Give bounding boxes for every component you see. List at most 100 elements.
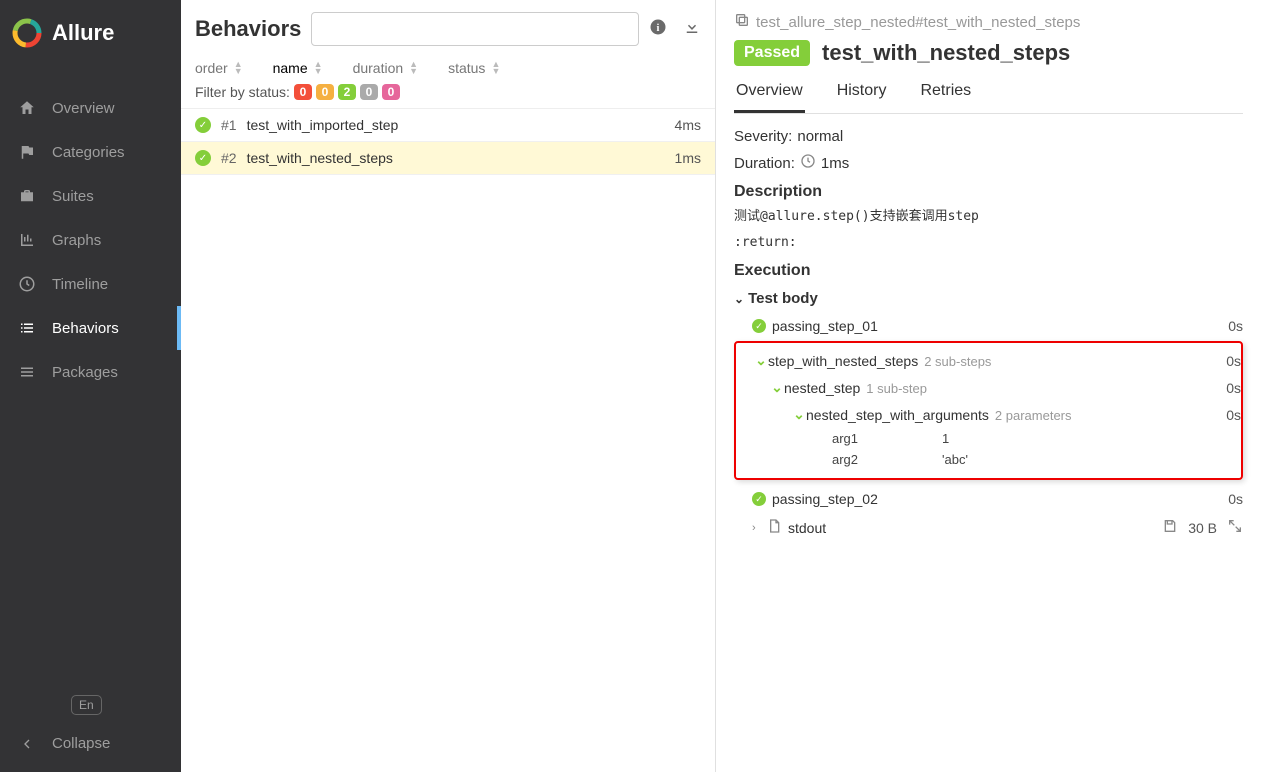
step-row[interactable]: ✓ passing_step_01 0s bbox=[734, 313, 1243, 339]
row-name: test_with_imported_step bbox=[247, 117, 675, 133]
param-value: 1 bbox=[942, 431, 949, 446]
duration-label: Duration: bbox=[734, 155, 795, 172]
list-icon bbox=[16, 319, 38, 337]
language-selector[interactable]: En bbox=[71, 695, 102, 715]
attachment-name: stdout bbox=[788, 520, 826, 536]
info-icon[interactable]: i bbox=[649, 18, 667, 41]
status-filter-passed[interactable]: 2 bbox=[338, 84, 356, 100]
test-body-label: Test body bbox=[748, 290, 818, 307]
description-line: :return: bbox=[734, 233, 1243, 253]
nav-label: Packages bbox=[52, 364, 118, 381]
nav-label: Behaviors bbox=[52, 320, 119, 337]
passed-icon: ✓ bbox=[752, 492, 766, 506]
clock-icon bbox=[800, 153, 816, 173]
clock-icon bbox=[16, 275, 38, 293]
step-row[interactable]: ⌄ nested_step_with_arguments 2 parameters… bbox=[736, 401, 1241, 428]
chevron-right-icon: › bbox=[752, 522, 766, 534]
step-sub: 2 sub-steps bbox=[924, 354, 991, 369]
nav-label: Categories bbox=[52, 144, 125, 161]
test-row[interactable]: ✓ #1 test_with_imported_step 4ms bbox=[181, 109, 715, 142]
nav-label: Overview bbox=[52, 100, 115, 117]
collapse-button[interactable]: Collapse bbox=[16, 735, 165, 752]
chevron-down-icon: ⌄ bbox=[792, 406, 806, 423]
severity-label: Severity: bbox=[734, 128, 792, 145]
svg-text:i: i bbox=[657, 22, 660, 33]
detail-panel: test_allure_step_nested#test_with_nested… bbox=[716, 0, 1261, 772]
status-filter-failed[interactable]: 0 bbox=[294, 84, 312, 100]
panel-title: Behaviors bbox=[195, 16, 301, 42]
chevron-down-icon: ⌄ bbox=[754, 352, 768, 369]
chart-icon bbox=[16, 231, 38, 249]
sidebar-item-graphs[interactable]: Graphs bbox=[0, 218, 181, 262]
attachment-row[interactable]: › stdout 30 B bbox=[734, 512, 1243, 543]
status-filter-unknown[interactable]: 0 bbox=[382, 84, 400, 100]
collapse-label: Collapse bbox=[52, 735, 110, 752]
step-name: step_with_nested_steps bbox=[768, 353, 918, 369]
sidebar-footer: En Collapse bbox=[0, 685, 181, 772]
sidebar-item-categories[interactable]: Categories bbox=[0, 130, 181, 174]
step-duration: 0s bbox=[1226, 407, 1241, 423]
test-row[interactable]: ✓ #2 test_with_nested_steps 1ms bbox=[181, 142, 715, 175]
sidebar-item-overview[interactable]: Overview bbox=[0, 86, 181, 130]
row-num: #1 bbox=[221, 117, 237, 133]
test-list: ✓ #1 test_with_imported_step 4ms ✓ #2 te… bbox=[181, 108, 715, 175]
filter-row: Filter by status: 0 0 2 0 0 bbox=[181, 82, 715, 108]
expand-icon[interactable] bbox=[1227, 518, 1243, 537]
row-name: test_with_nested_steps bbox=[247, 150, 675, 166]
chevron-left-icon bbox=[16, 736, 38, 752]
step-row[interactable]: ⌄ step_with_nested_steps 2 sub-steps 0s bbox=[736, 347, 1241, 374]
briefcase-icon bbox=[16, 187, 38, 205]
nav-label: Graphs bbox=[52, 232, 101, 249]
sort-duration[interactable]: duration▲▼ bbox=[353, 60, 419, 76]
tab-overview[interactable]: Overview bbox=[734, 74, 805, 113]
save-icon[interactable] bbox=[1162, 518, 1178, 537]
step-name: passing_step_01 bbox=[772, 318, 1228, 334]
passed-icon: ✓ bbox=[195, 150, 211, 166]
row-duration: 1ms bbox=[675, 150, 701, 166]
row-num: #2 bbox=[221, 150, 237, 166]
param-key: arg1 bbox=[832, 431, 942, 446]
sidebar-item-suites[interactable]: Suites bbox=[0, 174, 181, 218]
step-sub: 2 parameters bbox=[995, 408, 1072, 423]
severity-line: Severity: normal bbox=[734, 128, 1243, 145]
param-value: 'abc' bbox=[942, 452, 968, 467]
status-filter-broken[interactable]: 0 bbox=[316, 84, 334, 100]
sort-status[interactable]: status▲▼ bbox=[448, 60, 500, 76]
search-input[interactable] bbox=[311, 12, 639, 46]
sort-arrows-icon: ▲▼ bbox=[234, 61, 243, 75]
layers-icon bbox=[16, 363, 38, 381]
sort-name[interactable]: name▲▼ bbox=[273, 60, 323, 76]
param-row: arg2 'abc' bbox=[736, 449, 1241, 470]
param-row: arg1 1 bbox=[736, 428, 1241, 449]
status-badge: Passed bbox=[734, 40, 810, 66]
test-body-toggle[interactable]: ⌄ Test body bbox=[734, 290, 1243, 307]
sort-order[interactable]: order▲▼ bbox=[195, 60, 243, 76]
step-name: nested_step_with_arguments bbox=[806, 407, 989, 423]
sidebar: Allure Overview Categories Suites Graphs… bbox=[0, 0, 181, 772]
duration-value: 1ms bbox=[821, 155, 849, 172]
nav-label: Timeline bbox=[52, 276, 108, 293]
step-row[interactable]: ⌄ nested_step1 sub-step 0s bbox=[736, 374, 1241, 401]
tab-history[interactable]: History bbox=[835, 74, 889, 113]
flag-icon bbox=[16, 143, 38, 161]
duration-line: Duration: 1ms bbox=[734, 153, 1243, 173]
highlight-box: ⌄ step_with_nested_steps 2 sub-steps 0s ⌄… bbox=[734, 341, 1243, 480]
sidebar-item-packages[interactable]: Packages bbox=[0, 350, 181, 394]
sidebar-item-behaviors[interactable]: Behaviors bbox=[0, 306, 181, 350]
brand-title: Allure bbox=[52, 20, 114, 46]
step-sub: 1 sub-step bbox=[866, 381, 927, 396]
param-key: arg2 bbox=[832, 452, 942, 467]
copy-icon[interactable] bbox=[734, 12, 750, 32]
description-line: 测试@allure.step()支持嵌套调用step bbox=[734, 207, 1243, 227]
status-filter-skipped[interactable]: 0 bbox=[360, 84, 378, 100]
allure-logo-icon bbox=[12, 18, 42, 48]
step-duration: 0s bbox=[1226, 380, 1241, 396]
step-row[interactable]: ✓ passing_step_02 0s bbox=[734, 486, 1243, 512]
breadcrumb-text: test_allure_step_nested#test_with_nested… bbox=[756, 14, 1080, 31]
download-icon[interactable] bbox=[683, 18, 701, 41]
step-duration: 0s bbox=[1226, 353, 1241, 369]
breadcrumb: test_allure_step_nested#test_with_nested… bbox=[734, 12, 1243, 32]
tab-retries[interactable]: Retries bbox=[918, 74, 973, 113]
row-duration: 4ms bbox=[675, 117, 701, 133]
sidebar-item-timeline[interactable]: Timeline bbox=[0, 262, 181, 306]
